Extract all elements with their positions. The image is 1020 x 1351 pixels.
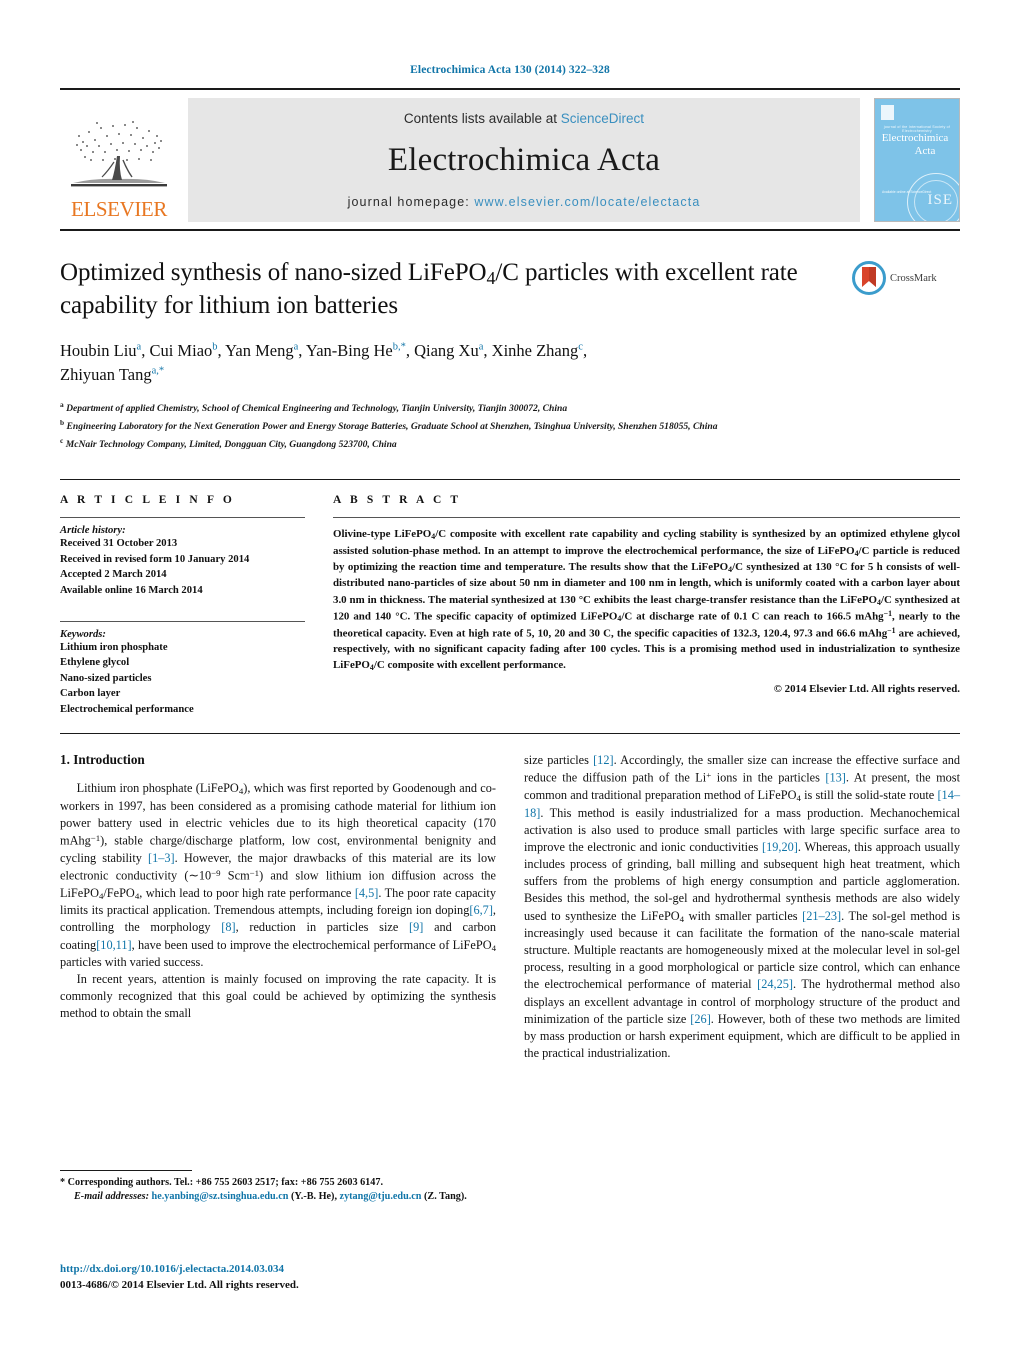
citation-1-3[interactable]: [1–3]	[148, 851, 175, 865]
author-line-1: Houbin Liua, Cui Miaob, Yan Menga, Yan-B…	[60, 341, 588, 361]
issn-copyright-line: 0013-4686/© 2014 Elsevier Ltd. All right…	[60, 1278, 299, 1291]
article-info-rule	[60, 517, 305, 519]
footnote-rule	[60, 1170, 192, 1171]
cover-elsevier-mark-icon	[881, 105, 894, 120]
author-line-2: Zhiyuan Tanga,*	[60, 364, 165, 384]
body-top-rule	[60, 733, 960, 735]
citation-12[interactable]: [12]	[593, 753, 614, 767]
citation-21-23[interactable]: [21–23]	[802, 909, 841, 923]
abstract-rule	[333, 517, 960, 519]
affiliation-b: b Engineering Laboratory for the Next Ge…	[60, 418, 718, 433]
citation-19-20[interactable]: [19,20]	[762, 840, 798, 854]
cover-title-line2: Acta	[914, 144, 936, 157]
citation-24-25[interactable]: [24,25]	[757, 977, 793, 991]
abstract-copyright: © 2014 Elsevier Ltd. All rights reserved…	[773, 682, 960, 695]
keywords-block: Keywords: Lithium iron phosphate Ethylen…	[60, 620, 305, 718]
affiliation-a-text: Department of applied Chemistry, School …	[66, 403, 568, 415]
citation-13[interactable]: [13]	[825, 771, 846, 785]
cover-journal-title: Electrochimica Acta	[875, 132, 955, 157]
affiliation-c-text: McNair Technology Company, Limited, Dong…	[65, 439, 397, 451]
doi-footer: http://dx.doi.org/10.1016/j.electacta.20…	[60, 1262, 580, 1294]
journal-banner: ELSEVIER Contents lists available at Sci…	[60, 88, 960, 222]
journal-cover-thumbnail[interactable]: journal of the International Society of …	[874, 98, 960, 222]
citation-4-5[interactable]: [4,5]	[355, 886, 379, 900]
abstract-text: Olivine-type LiFePO4/C composite with ex…	[333, 528, 961, 673]
homepage-url-link[interactable]: www.elsevier.com/locate/electacta	[474, 195, 700, 209]
email-owner-he: (Y.-B. He),	[290, 1191, 337, 1203]
article-info-heading: A R T I C L E I N F O	[60, 494, 235, 507]
abstract-heading: A B S T R A C T	[333, 494, 462, 507]
email-addresses-note: E-mail addresses: he.yanbing@sz.tsinghua…	[60, 1190, 492, 1204]
crossmark-label: CrossMark	[890, 272, 937, 284]
intro-paragraph-2-continued: size particles [12]. Accordingly, the sm…	[524, 753, 960, 1060]
citation-6-7[interactable]: [6,7]	[469, 903, 493, 917]
crossmark-badge[interactable]: CrossMark	[852, 257, 960, 295]
history-accepted: Accepted 2 March 2014	[60, 569, 167, 581]
citation-8[interactable]: [8]	[221, 920, 235, 934]
crossmark-icon	[852, 261, 886, 295]
journal-homepage-line: journal homepage: www.elsevier.com/locat…	[348, 195, 701, 209]
contents-prefix: Contents lists available at	[403, 111, 558, 126]
contents-available-line: Contents lists available at ScienceDirec…	[404, 111, 644, 126]
email-owner-tang: (Z. Tang).	[424, 1191, 467, 1203]
title-block: Optimized synthesis of nano-sized LiFePO…	[60, 257, 960, 321]
affiliation-a: a Department of applied Chemistry, Schoo…	[60, 400, 568, 415]
email-link-he[interactable]: he.yanbing@sz.tsinghua.edu.cn	[152, 1191, 289, 1202]
citation-26[interactable]: [26]	[690, 1012, 711, 1026]
citation-10-11[interactable]: [10,11]	[96, 938, 131, 952]
section-heading-introduction: 1. Introduction	[60, 752, 145, 768]
intro-paragraph-2: In recent years, attention is mainly foc…	[60, 972, 496, 1021]
page-title: Optimized synthesis of nano-sized LiFePO…	[60, 259, 798, 319]
journal-title: Electrochimica Acta	[387, 142, 661, 178]
article-info-column: A R T I C L E I N F O Article history: R…	[60, 494, 305, 717]
doi-link[interactable]: http://dx.doi.org/10.1016/j.electacta.20…	[60, 1262, 580, 1278]
keyword-4: Carbon layer	[60, 688, 121, 700]
keyword-1: Lithium iron phosphate	[60, 641, 168, 653]
banner-bottom-rule	[60, 229, 960, 231]
homepage-prefix: journal homepage:	[347, 195, 470, 209]
sciencedirect-link[interactable]: ScienceDirect	[561, 111, 644, 126]
cover-title-line1: Electrochimica	[881, 132, 949, 144]
body-column-right: size particles [12]. Accordingly, the sm…	[524, 752, 960, 1062]
affiliation-b-text: Engineering Laboratory for the Next Gene…	[66, 421, 718, 433]
ise-seal-label: ISE	[927, 192, 953, 208]
body-columns: 1. Introduction Lithium iron phosphate (…	[60, 752, 960, 1062]
history-available-online: Available online 16 March 2014	[60, 584, 203, 596]
keyword-3: Nano-sized particles	[60, 672, 152, 684]
history-revised: Received in revised form 10 January 2014	[60, 553, 250, 565]
intro-paragraph-1: Lithium iron phosphate (LiFePO4), which …	[60, 781, 497, 969]
running-head: Electrochimica Acta 130 (2014) 322–328	[410, 64, 610, 76]
keywords-rule	[60, 620, 305, 622]
keyword-2: Ethylene glycol	[60, 657, 130, 669]
author-list: Houbin Liua, Cui Miaob, Yan Menga, Yan-B…	[60, 339, 960, 386]
body-column-left: 1. Introduction Lithium iron phosphate (…	[60, 752, 496, 1062]
info-abstract-row: A R T I C L E I N F O Article history: R…	[60, 479, 960, 717]
footnote-block: * Corresponding authors. Tel.: +86 755 2…	[60, 1170, 492, 1205]
elsevier-tree-icon	[71, 121, 167, 187]
elsevier-logo: ELSEVIER	[60, 98, 178, 222]
email-addresses-label: E-mail addresses:	[74, 1191, 149, 1203]
keyword-5: Electrochemical performance	[60, 703, 194, 715]
journal-article-page: Electrochimica Acta 130 (2014) 322–328 E…	[0, 0, 1020, 1351]
corresponding-author-note: * Corresponding authors. Tel.: +86 755 2…	[60, 1177, 384, 1188]
affiliation-c: c McNair Technology Company, Limited, Do…	[60, 436, 397, 451]
history-received: Received 31 October 2013	[60, 538, 178, 550]
keywords-label: Keywords:	[60, 628, 106, 640]
banner-center: Contents lists available at ScienceDirec…	[188, 98, 860, 222]
abstract-column: A B S T R A C T Olivine-type LiFePO4/C c…	[333, 494, 960, 717]
citation-9[interactable]: [9]	[409, 920, 423, 934]
article-history-label: Article history:	[60, 525, 126, 537]
title-column: Optimized synthesis of nano-sized LiFePO…	[60, 257, 852, 321]
email-link-tang[interactable]: zytang@tju.edu.cn	[340, 1191, 422, 1202]
citation-14-18[interactable]: [14–18]	[524, 788, 960, 819]
affiliation-list: a Department of applied Chemistry, Schoo…	[60, 399, 960, 453]
elsevier-wordmark: ELSEVIER	[71, 197, 167, 221]
